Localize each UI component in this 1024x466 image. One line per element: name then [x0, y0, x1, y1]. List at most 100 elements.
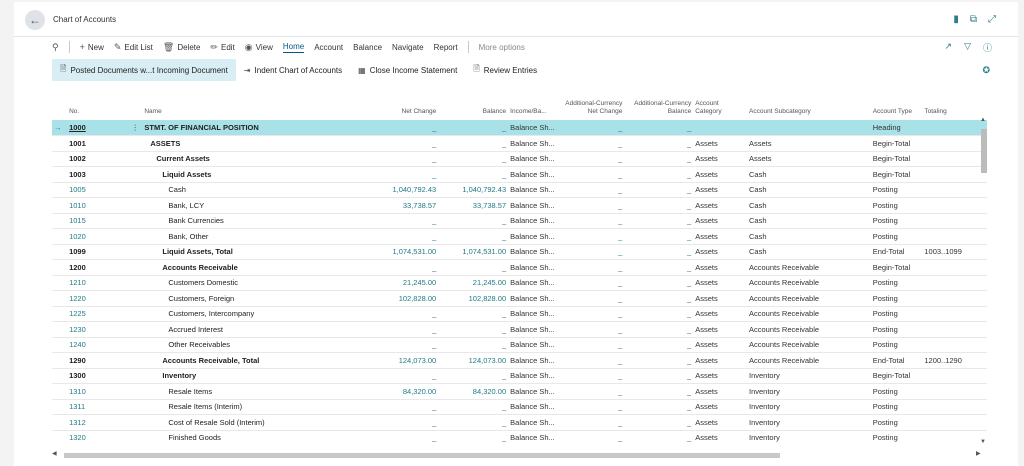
table-row[interactable]: 1290 Accounts Receivable, Total 124,073.00…: [52, 352, 987, 368]
category-cell[interactable]: Assets: [693, 414, 747, 430]
tab-home[interactable]: Home: [282, 42, 305, 53]
balance-cell[interactable]: _: [438, 398, 509, 415]
category-cell[interactable]: Assets: [693, 274, 747, 291]
more-options-button[interactable]: More options: [479, 43, 525, 52]
subcategory-cell[interactable]: Accounts Receivable: [747, 290, 871, 306]
row-menu-cell[interactable]: [129, 150, 143, 167]
table-row[interactable]: 1002 Current Assets _ _ Balance Sh... _ _ Asset…: [52, 150, 987, 167]
income-balance-cell[interactable]: Balance Sh...: [508, 135, 562, 151]
acy-balance-cell[interactable]: _: [624, 290, 694, 306]
row-menu-cell[interactable]: [129, 336, 143, 353]
column-header-subcategory[interactable]: Account Subcategory: [747, 87, 871, 120]
net-change-cell[interactable]: _: [357, 305, 439, 322]
table-row[interactable]: 1310 Resale Items 84,320.00 84,320.00 Balanc…: [52, 383, 987, 399]
balance-cell[interactable]: 124,073.00: [438, 352, 509, 368]
account-name-cell[interactable]: Accounts Receivable: [142, 259, 358, 275]
row-select-cell[interactable]: [52, 259, 68, 275]
acy-net-change-cell[interactable]: _: [561, 429, 625, 444]
account-no-cell[interactable]: 1200: [67, 259, 130, 275]
income-balance-cell[interactable]: Balance Sh...: [508, 305, 562, 322]
category-cell[interactable]: Assets: [693, 197, 747, 213]
new-button[interactable]: + New: [80, 42, 104, 52]
totaling-cell[interactable]: [922, 336, 987, 353]
account-no-cell[interactable]: 1230: [67, 321, 130, 337]
net-change-cell[interactable]: _: [357, 228, 439, 244]
net-change-cell[interactable]: _: [357, 166, 439, 182]
row-menu-cell[interactable]: [129, 259, 143, 275]
totaling-cell[interactable]: [922, 383, 987, 399]
account-no-cell[interactable]: 1320: [67, 429, 130, 444]
collapse-icon[interactable]: ⤢: [988, 14, 996, 25]
acy-net-change-cell[interactable]: _: [561, 398, 625, 415]
subcategory-cell[interactable]: [747, 119, 871, 136]
type-cell[interactable]: End-Total: [870, 352, 923, 368]
table-row[interactable]: 1001 ASSETS _ _ Balance Sh... _ _ Assets Assets B…: [52, 135, 987, 151]
account-no-cell[interactable]: 1005: [67, 181, 130, 198]
account-name-cell[interactable]: Resale Items: [142, 383, 358, 399]
net-change-cell[interactable]: _: [357, 119, 439, 136]
row-menu-cell[interactable]: [129, 274, 143, 291]
row-select-cell[interactable]: [52, 212, 68, 229]
account-no-cell[interactable]: 1001: [67, 135, 130, 151]
acy-balance-cell[interactable]: _: [624, 429, 694, 444]
balance-cell[interactable]: _: [438, 119, 509, 136]
acy-net-change-cell[interactable]: _: [561, 336, 625, 353]
subcategory-cell[interactable]: Assets: [747, 150, 871, 167]
subcategory-cell[interactable]: Cash: [747, 212, 871, 229]
income-balance-cell[interactable]: Balance Sh...: [508, 197, 562, 213]
table-row[interactable]: 1210 Customers Domestic 21,245.00 21,245.00…: [52, 274, 987, 291]
table-row[interactable]: 1005 Cash 1,040,792.43 1,040,792.43 Balance …: [52, 181, 987, 198]
pin-icon[interactable]: ✪: [982, 65, 990, 76]
totaling-cell[interactable]: [922, 274, 987, 291]
income-balance-cell[interactable]: Balance Sh...: [508, 336, 562, 353]
row-select-cell[interactable]: [52, 352, 68, 368]
delete-button[interactable]: 🗑 Delete: [163, 42, 201, 53]
account-name-cell[interactable]: Liquid Assets, Total: [142, 243, 358, 260]
income-balance-cell[interactable]: Balance Sh...: [508, 321, 562, 337]
column-header-net-change[interactable]: Net Change: [358, 87, 439, 120]
net-change-cell[interactable]: _: [357, 321, 439, 337]
balance-cell[interactable]: _: [438, 414, 509, 430]
subcategory-cell[interactable]: Inventory: [747, 367, 871, 384]
edit-button[interactable]: ✏ Edit: [210, 42, 234, 53]
acy-net-change-cell[interactable]: _: [561, 383, 625, 399]
row-menu-cell[interactable]: [129, 321, 143, 337]
category-cell[interactable]: Assets: [693, 352, 747, 368]
category-cell[interactable]: Assets: [693, 150, 747, 167]
tab-balance[interactable]: Balance: [353, 43, 382, 52]
type-cell[interactable]: Posting: [870, 305, 923, 322]
totaling-cell[interactable]: [922, 119, 987, 136]
type-cell[interactable]: Posting: [870, 197, 923, 213]
acy-balance-cell[interactable]: _: [624, 274, 694, 291]
indent-chart-button[interactable]: ⇥ Indent Chart of Accounts: [236, 59, 350, 81]
account-name-cell[interactable]: Other Receivables: [142, 336, 358, 353]
income-balance-cell[interactable]: Balance Sh...: [508, 352, 562, 368]
net-change-cell[interactable]: 21,245.00: [357, 274, 439, 291]
acy-balance-cell[interactable]: _: [624, 181, 694, 198]
acy-balance-cell[interactable]: _: [624, 197, 694, 213]
totaling-cell[interactable]: [922, 398, 987, 415]
net-change-cell[interactable]: _: [357, 398, 439, 415]
category-cell[interactable]: Assets: [693, 212, 747, 229]
column-header-acy-net-change[interactable]: Additional-Currency Net Change: [562, 87, 624, 120]
subcategory-cell[interactable]: Accounts Receivable: [747, 259, 871, 275]
category-cell[interactable]: Assets: [693, 228, 747, 244]
table-row[interactable]: 1230 Accrued Interest _ _ Balance Sh... _ _ Ass…: [52, 321, 987, 337]
category-cell[interactable]: Assets: [693, 243, 747, 260]
column-header-balance[interactable]: Balance: [438, 87, 508, 120]
totaling-cell[interactable]: [922, 150, 987, 167]
type-cell[interactable]: Posting: [870, 336, 923, 353]
balance-cell[interactable]: _: [438, 367, 509, 384]
acy-balance-cell[interactable]: _: [624, 166, 694, 182]
category-cell[interactable]: [693, 119, 747, 136]
balance-cell[interactable]: 1,040,792.43: [438, 181, 509, 198]
row-menu-cell[interactable]: [129, 305, 143, 322]
subcategory-cell[interactable]: Cash: [747, 166, 871, 182]
account-name-cell[interactable]: Resale Items (Interim): [142, 398, 358, 415]
table-row[interactable]: 1320 Finished Goods _ _ Balance Sh... _ _ Asset…: [52, 429, 987, 444]
acy-net-change-cell[interactable]: _: [561, 150, 625, 167]
row-select-cell[interactable]: [52, 398, 68, 415]
row-menu-cell[interactable]: [129, 228, 143, 244]
subcategory-cell[interactable]: Inventory: [747, 429, 871, 444]
category-cell[interactable]: Assets: [693, 305, 747, 322]
